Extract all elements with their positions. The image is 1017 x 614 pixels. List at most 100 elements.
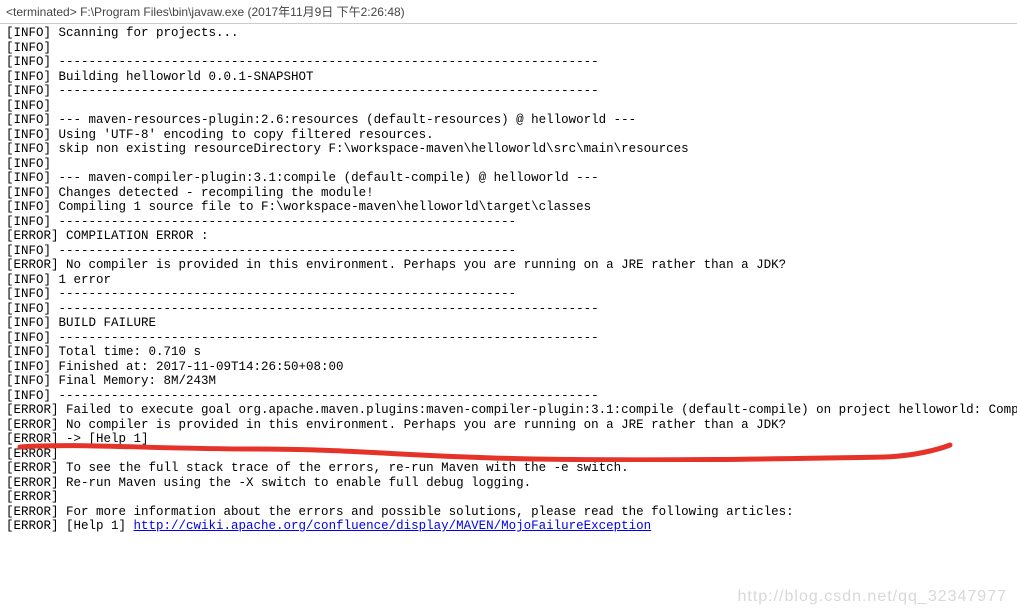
log-tag: [INFO] (6, 331, 51, 345)
status-label: <terminated> (6, 5, 77, 19)
console-line: [INFO] Finished at: 2017-11-09T14:26:50+… (6, 360, 1011, 375)
console-line: [INFO] ---------------------------------… (6, 84, 1011, 99)
console-line: [INFO] Total time: 0.710 s (6, 345, 1011, 360)
console-line: [ERROR] To see the full stack trace of t… (6, 461, 1011, 476)
log-tag: [INFO] (6, 113, 51, 127)
console-output[interactable]: [INFO] Scanning for projects...[INFO][IN… (0, 24, 1017, 536)
log-text: ----------------------------------------… (51, 331, 599, 345)
console-line: [ERROR] For more information about the e… (6, 505, 1011, 520)
log-text: Re-run Maven using the -X switch to enab… (59, 476, 532, 490)
log-tag: [INFO] (6, 215, 51, 229)
console-line: [ERROR] No compiler is provided in this … (6, 418, 1011, 433)
log-tag: [INFO] (6, 374, 51, 388)
log-tag: [INFO] (6, 273, 51, 287)
console-line: [INFO] (6, 157, 1011, 172)
console-line: [ERROR] (6, 490, 1011, 505)
log-text: Using 'UTF-8' encoding to copy filtered … (51, 128, 434, 142)
log-text: Building helloworld 0.0.1-SNAPSHOT (51, 70, 314, 84)
log-text: No compiler is provided in this environm… (59, 258, 787, 272)
console-line: [INFO] Final Memory: 8M/243M (6, 374, 1011, 389)
log-text: 1 error (51, 273, 111, 287)
log-tag: [INFO] (6, 186, 51, 200)
log-tag: [INFO] (6, 287, 51, 301)
log-text: ----------------------------------------… (51, 244, 516, 258)
log-tag: [INFO] (6, 200, 51, 214)
console-line: [INFO] 1 error (6, 273, 1011, 288)
watermark: http://blog.csdn.net/qq_32347977 (737, 588, 1007, 606)
log-tag: [ERROR] (6, 490, 59, 504)
console-line: [INFO] ---------------------------------… (6, 244, 1011, 259)
log-text: --- maven-compiler-plugin:3.1:compile (d… (51, 171, 599, 185)
log-tag: [INFO] (6, 389, 51, 403)
log-text: Total time: 0.710 s (51, 345, 201, 359)
log-tag: [INFO] (6, 99, 51, 113)
console-line: [INFO] ---------------------------------… (6, 215, 1011, 230)
console-header: <terminated> F:\Program Files\bin\javaw.… (0, 0, 1017, 24)
console-line: [INFO] BUILD FAILURE (6, 316, 1011, 331)
console-line: [ERROR] [Help 1] http://cwiki.apache.org… (6, 519, 1011, 534)
log-text: ----------------------------------------… (51, 287, 516, 301)
log-text: --- maven-resources-plugin:2.6:resources… (51, 113, 636, 127)
help-link[interactable]: http://cwiki.apache.org/confluence/displ… (134, 519, 652, 533)
log-tag: [ERROR] (6, 432, 59, 446)
console-line: [ERROR] -> [Help 1] (6, 432, 1011, 447)
log-tag: [INFO] (6, 345, 51, 359)
log-tag: [ERROR] (6, 476, 59, 490)
log-tag: [INFO] (6, 244, 51, 258)
console-line: [INFO] ---------------------------------… (6, 302, 1011, 317)
log-text: skip non existing resourceDirectory F:\w… (51, 142, 689, 156)
log-tag: [INFO] (6, 26, 51, 40)
console-line: [INFO] ---------------------------------… (6, 389, 1011, 404)
console-line: [INFO] ---------------------------------… (6, 331, 1011, 346)
console-line: [INFO] --- maven-compiler-plugin:3.1:com… (6, 171, 1011, 186)
log-text: Failed to execute goal org.apache.maven.… (59, 403, 1017, 417)
log-tag: [ERROR] (6, 519, 59, 533)
log-text: ----------------------------------------… (51, 84, 599, 98)
log-tag: [INFO] (6, 316, 51, 330)
log-tag: [INFO] (6, 142, 51, 156)
log-text: -> [Help 1] (59, 432, 149, 446)
log-tag: [ERROR] (6, 229, 59, 243)
exe-path: F:\Program Files\bin\javaw.exe (80, 5, 244, 19)
console-line: [INFO] ---------------------------------… (6, 55, 1011, 70)
log-tag: [INFO] (6, 55, 51, 69)
log-text: ----------------------------------------… (51, 302, 599, 316)
log-tag: [INFO] (6, 302, 51, 316)
log-text: No compiler is provided in this environm… (59, 418, 787, 432)
log-text: COMPILATION ERROR : (59, 229, 209, 243)
log-tag: [ERROR] (6, 258, 59, 272)
log-text: To see the full stack trace of the error… (59, 461, 629, 475)
log-tag: [ERROR] (6, 447, 59, 461)
log-text: Finished at: 2017-11-09T14:26:50+08:00 (51, 360, 344, 374)
console-line: [ERROR] (6, 447, 1011, 462)
timestamp: (2017年11月9日 下午2:26:48) (247, 5, 404, 19)
log-tag: [INFO] (6, 171, 51, 185)
log-text: For more information about the errors an… (59, 505, 794, 519)
console-line: [INFO] Changes detected - recompiling th… (6, 186, 1011, 201)
log-text: Changes detected - recompiling the modul… (51, 186, 374, 200)
log-tag: [INFO] (6, 41, 51, 55)
log-text: Scanning for projects... (51, 26, 239, 40)
log-tag: [ERROR] (6, 505, 59, 519)
log-text: [Help 1] (59, 519, 134, 533)
console-line: [INFO] --- maven-resources-plugin:2.6:re… (6, 113, 1011, 128)
log-tag: [INFO] (6, 128, 51, 142)
console-line: [INFO] Scanning for projects... (6, 26, 1011, 41)
log-tag: [INFO] (6, 70, 51, 84)
log-tag: [INFO] (6, 360, 51, 374)
console-line: [ERROR] No compiler is provided in this … (6, 258, 1011, 273)
log-tag: [INFO] (6, 84, 51, 98)
log-tag: [ERROR] (6, 461, 59, 475)
console-line: [INFO] (6, 41, 1011, 56)
log-text: ----------------------------------------… (51, 215, 516, 229)
log-tag: [INFO] (6, 157, 51, 171)
console-line: [INFO] skip non existing resourceDirecto… (6, 142, 1011, 157)
log-text: ----------------------------------------… (51, 55, 599, 69)
console-line: [ERROR] Failed to execute goal org.apach… (6, 403, 1011, 418)
log-tag: [ERROR] (6, 418, 59, 432)
console-line: [ERROR] Re-run Maven using the -X switch… (6, 476, 1011, 491)
console-line: [INFO] ---------------------------------… (6, 287, 1011, 302)
console-line: [INFO] (6, 99, 1011, 114)
console-line: [INFO] Compiling 1 source file to F:\wor… (6, 200, 1011, 215)
log-text: BUILD FAILURE (51, 316, 156, 330)
